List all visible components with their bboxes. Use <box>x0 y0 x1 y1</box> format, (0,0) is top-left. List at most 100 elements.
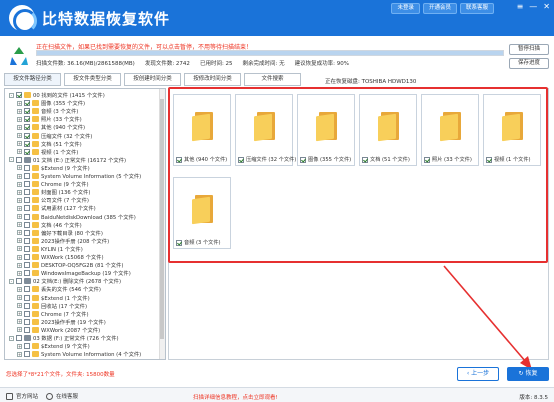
tab-by-path[interactable]: 按文件路径分类 <box>4 73 61 86</box>
expand-icon[interactable]: + <box>17 254 22 260</box>
tree-row[interactable]: + 压缩文件 (32 个文件) <box>17 132 92 140</box>
tree-row[interactable]: + 封面图 (136 个文件) <box>17 188 90 196</box>
tree-row[interactable]: + 照片 (33 个文件) <box>17 115 82 123</box>
expand-icon[interactable]: + <box>17 262 22 268</box>
tree-checkbox[interactable] <box>24 302 30 309</box>
tree-row[interactable]: + $Extend (9 个文件) <box>17 342 90 350</box>
tree-row[interactable]: + Chrome (7 个文件) <box>17 310 89 318</box>
tree-checkbox[interactable] <box>24 245 30 252</box>
tree-checkbox[interactable] <box>24 270 30 277</box>
tutorial-link[interactable]: 扫描详细信息教程，点击立即观看! <box>193 393 278 401</box>
expand-icon[interactable]: + <box>17 141 22 147</box>
tree-row[interactable]: + DESKTOP-OQ5FG2B (81 个文件) <box>17 261 123 269</box>
save-progress-button[interactable]: 保存进度 <box>509 58 549 69</box>
expand-icon[interactable]: + <box>17 270 22 276</box>
tree-checkbox[interactable] <box>24 343 30 350</box>
tree-checkbox[interactable] <box>24 318 30 325</box>
collapse-icon[interactable]: - <box>9 335 14 341</box>
tree-checkbox[interactable] <box>24 164 30 171</box>
tree-checkbox[interactable] <box>24 197 30 204</box>
expand-icon[interactable]: + <box>17 133 22 138</box>
tree-row[interactable]: + WXWork (15068 个文件) <box>17 253 104 261</box>
online-service-link[interactable]: 在线客服 <box>46 392 78 400</box>
tree-row[interactable]: + 音频 (3 个文件) <box>17 107 78 115</box>
tree-row[interactable]: - 02 文档(E:) 删除文件 (2678 个文件) <box>9 277 121 285</box>
expand-icon[interactable]: + <box>17 214 22 219</box>
tree-row[interactable]: + 回收站 (17 个文件) <box>17 302 87 310</box>
tree-checkbox[interactable] <box>24 213 30 220</box>
expand-icon[interactable]: + <box>17 181 22 187</box>
expand-icon[interactable]: + <box>17 149 22 155</box>
expand-icon[interactable]: + <box>17 124 22 130</box>
tree-row[interactable]: + 偏好下载目录 (80 个文件) <box>17 229 103 237</box>
expand-icon[interactable]: + <box>17 351 22 357</box>
tree-row[interactable]: + BaiduNetdiskDownload (385 个文件) <box>17 213 136 221</box>
tree-checkbox[interactable] <box>24 181 30 188</box>
tree-checkbox[interactable] <box>24 254 30 260</box>
tree-checkbox[interactable] <box>24 116 30 123</box>
expand-icon[interactable]: + <box>17 189 22 195</box>
expand-icon[interactable]: + <box>17 303 22 309</box>
expand-icon[interactable]: + <box>17 116 22 122</box>
tree-checkbox[interactable] <box>24 140 30 147</box>
tree-checkbox[interactable] <box>24 351 30 358</box>
expand-icon[interactable]: + <box>17 173 22 179</box>
tree-checkbox[interactable] <box>24 237 30 244</box>
previous-step-button[interactable]: ‹ 上一步 <box>457 367 499 381</box>
tree-checkbox[interactable] <box>16 278 22 285</box>
collapse-icon[interactable]: - <box>9 157 14 163</box>
tree-row[interactable]: + $Extend (1 个文件) <box>17 294 90 302</box>
tree-row[interactable]: + WXWork (2087 个文件) <box>17 326 100 334</box>
expand-icon[interactable]: + <box>17 108 22 114</box>
tree-row[interactable]: + System Volume Information (4 个文件) <box>17 350 141 358</box>
tree-row[interactable]: + 丢失的文件 (546 个文件) <box>17 285 101 293</box>
expand-icon[interactable]: + <box>17 197 22 203</box>
tree-checkbox[interactable] <box>24 124 30 131</box>
collapse-icon[interactable]: - <box>9 278 14 284</box>
tab-file-search[interactable]: 文件搜索 <box>244 73 301 86</box>
expand-icon[interactable]: + <box>17 319 22 325</box>
tree-row[interactable]: + 文档 (51 个文件) <box>17 140 82 148</box>
collapse-icon[interactable]: - <box>9 92 14 98</box>
tree-checkbox[interactable] <box>24 173 30 179</box>
official-website-link[interactable]: 官方网站 <box>6 392 38 400</box>
expand-icon[interactable]: + <box>17 246 22 252</box>
tree-checkbox[interactable] <box>24 286 30 293</box>
tree-scrollbar[interactable] <box>159 89 165 359</box>
tree-checkbox[interactable] <box>16 92 22 98</box>
close-icon[interactable]: ✕ <box>543 2 550 11</box>
tree-row[interactable]: + 公司文件 (7 个文件) <box>17 196 89 204</box>
tree-row[interactable]: + 图像 (355 个文件) <box>17 99 85 107</box>
expand-icon[interactable]: + <box>17 100 22 106</box>
tree-row[interactable]: + 文档 (46 个文件) <box>17 221 82 229</box>
tree-row[interactable]: - 01 文档 (E:) 正常文件 (16172 个文件) <box>9 156 126 164</box>
tree-row[interactable]: +2023操作手册 (208 个文件) <box>17 237 109 245</box>
tree-checkbox[interactable] <box>24 262 30 269</box>
pause-scan-button[interactable]: 暂停扫描 <box>509 44 549 55</box>
menu-icon[interactable]: ≡ <box>517 2 524 11</box>
tree-checkbox[interactable] <box>24 100 30 107</box>
tab-by-type[interactable]: 按文件类型分类 <box>64 73 121 86</box>
expand-icon[interactable]: + <box>17 205 22 211</box>
tree-row[interactable]: + 试用素材 (127 个文件) <box>17 204 96 212</box>
tree-row[interactable]: + 其他 (940 个文件) <box>17 123 85 131</box>
tab-by-modified[interactable]: 按修改时间分类 <box>184 73 241 86</box>
tree-checkbox[interactable] <box>24 132 30 139</box>
tree-row[interactable]: + WindowsImageBackup (19 个文件) <box>17 269 131 277</box>
expand-icon[interactable]: + <box>17 238 22 244</box>
expand-icon[interactable]: + <box>17 343 22 349</box>
tree-row[interactable]: + Chrome (9 个文件) <box>17 180 89 188</box>
tree-checkbox[interactable] <box>16 335 22 341</box>
expand-icon[interactable]: + <box>17 165 22 171</box>
tree-checkbox[interactable] <box>16 156 22 163</box>
minimize-icon[interactable]: — <box>529 2 537 11</box>
tree-checkbox[interactable] <box>24 148 30 155</box>
membership-button[interactable]: 开通会员 <box>422 3 457 14</box>
support-button[interactable]: 联系客服 <box>459 3 494 14</box>
tree-checkbox[interactable] <box>24 294 30 301</box>
tree-row[interactable]: + KYLIN (1 个文件) <box>17 245 83 253</box>
expand-icon[interactable]: + <box>17 295 22 300</box>
login-button[interactable]: 未登录 <box>391 3 420 14</box>
tab-by-created[interactable]: 按创建时间分类 <box>124 73 181 86</box>
tree-scroll-thumb[interactable] <box>160 99 164 339</box>
